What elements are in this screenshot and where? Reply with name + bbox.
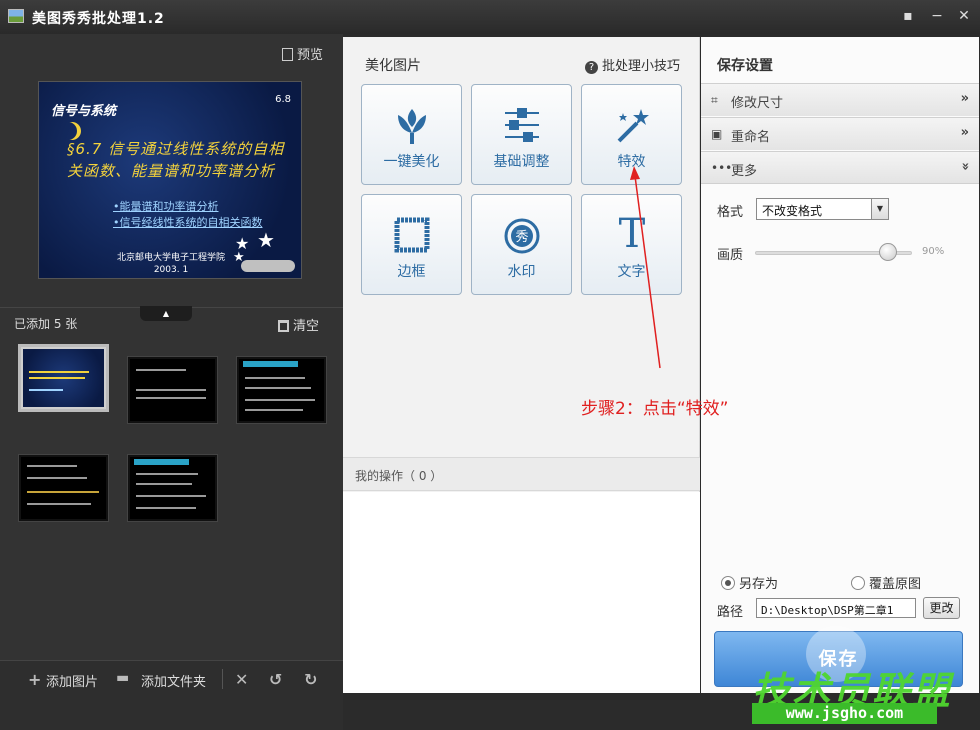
annotation-arrow [630,166,661,369]
watermark-url: www.jsgho.com [752,703,937,724]
annotation-text: 步骤2：点击“特效” [581,399,729,419]
